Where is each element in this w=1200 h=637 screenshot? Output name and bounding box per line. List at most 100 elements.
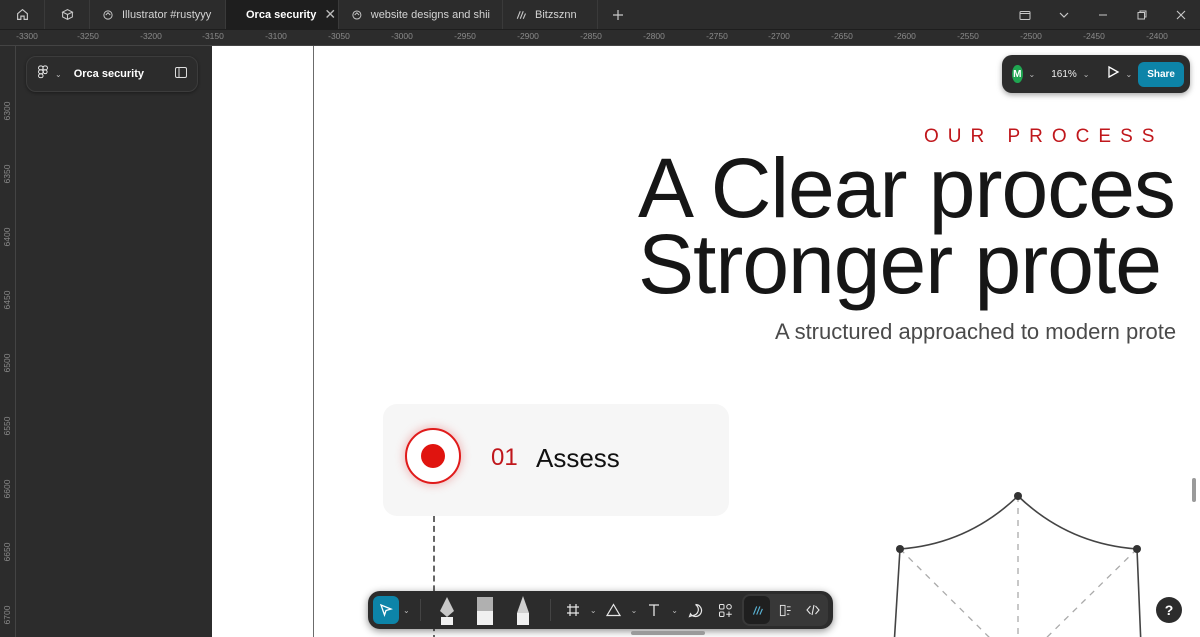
- design-file-icon: [103, 9, 113, 20]
- triangle-icon: [606, 603, 622, 617]
- ruler-left: 6300 6350 6400 6450 6500 6550 6600 6650 …: [0, 46, 16, 637]
- design-mode-button[interactable]: [744, 596, 770, 624]
- ruler-tick: -2400: [1146, 31, 1168, 41]
- close-icon[interactable]: ✕: [324, 6, 336, 23]
- step-number: 01: [491, 444, 518, 471]
- layers-sidebar: ⌄ Orca security: [16, 46, 212, 637]
- tab-label: Illustrator #rustyyy: [122, 8, 212, 21]
- home-icon[interactable]: [0, 0, 45, 29]
- ruler-tick: -2950: [454, 31, 476, 41]
- zoom-level[interactable]: 161%: [1051, 69, 1077, 80]
- brush-icon: [476, 597, 493, 625]
- ruler-tick: -2900: [517, 31, 539, 41]
- layout-icon: [779, 604, 791, 616]
- file-menu: ⌄ Orca security: [26, 56, 198, 92]
- shield-illustration-icon[interactable]: [888, 486, 1158, 637]
- pen-file-icon: [752, 605, 763, 615]
- tab-bitzsznn[interactable]: Bitzsznn: [503, 0, 598, 29]
- step-label: Assess: [536, 443, 620, 473]
- chevron-down-icon[interactable]: [1044, 0, 1083, 30]
- pen-tool[interactable]: [430, 596, 464, 625]
- text-tool[interactable]: [641, 596, 667, 624]
- pen-nib-icon: [439, 597, 454, 625]
- ruler-tick: -3150: [202, 31, 224, 41]
- text-icon: [649, 604, 660, 616]
- frame-tool[interactable]: [560, 596, 586, 624]
- ruler-tick: 6600: [2, 479, 12, 499]
- design-canvas[interactable]: OUR PROCESS A Clear proces Stronger prot…: [212, 46, 1200, 637]
- ruler-tick: -2850: [580, 31, 602, 41]
- chevron-down-icon[interactable]: ⌄: [631, 606, 638, 615]
- ruler-tick: -3050: [328, 31, 350, 41]
- share-button[interactable]: Share: [1138, 61, 1184, 87]
- chevron-down-icon[interactable]: ⌄: [671, 606, 678, 615]
- horizontal-scrollbar[interactable]: [631, 631, 705, 635]
- tab-illustrator[interactable]: Illustrator #rustyyy: [90, 0, 226, 29]
- figma-logo-icon[interactable]: [37, 64, 49, 84]
- ruler-tick: 6400: [2, 227, 12, 247]
- comment-tool[interactable]: [682, 596, 708, 624]
- section-subheading[interactable]: A structured approached to modern prote: [775, 319, 1176, 345]
- new-tab-icon[interactable]: [598, 0, 638, 29]
- ruler-tick: -2750: [706, 31, 728, 41]
- dev-mode-button[interactable]: [800, 596, 826, 624]
- window-controls: [1005, 0, 1200, 29]
- collab-toolbar: M ⌄ 161% ⌄ ⌄ Share: [1002, 55, 1190, 93]
- ruler-tick: -2550: [957, 31, 979, 41]
- ruler-tick: 6300: [2, 101, 12, 121]
- section-headline[interactable]: A Clear proces Stronger prote: [638, 141, 1176, 311]
- ruler-tick: -3000: [391, 31, 413, 41]
- ruler-tick: -3200: [140, 31, 162, 41]
- actions-tool[interactable]: [712, 596, 738, 624]
- brush-tool[interactable]: [468, 596, 502, 625]
- window-close-icon[interactable]: [1161, 0, 1200, 30]
- ruler-tick: 6550: [2, 416, 12, 436]
- cursor-icon: [379, 603, 393, 617]
- tab-bar: Illustrator #rustyyy Orca security ✕ web…: [0, 0, 1200, 30]
- ruler-tick: 6650: [2, 542, 12, 562]
- ruler-top: -3300 -3250 -3200 -3150 -3100 -3050 -300…: [0, 30, 1200, 46]
- sidebar-toggle-icon[interactable]: [175, 65, 187, 83]
- chevron-down-icon[interactable]: ⌄: [590, 606, 597, 615]
- ruler-tick: -2700: [768, 31, 790, 41]
- vertical-scrollbar[interactable]: [1192, 478, 1196, 502]
- file-name[interactable]: Orca security: [74, 68, 169, 80]
- ruler-tick: -2450: [1083, 31, 1105, 41]
- comment-icon: [688, 603, 702, 617]
- pencil-tool[interactable]: [506, 596, 540, 625]
- process-step-card[interactable]: 01 Assess: [383, 404, 729, 516]
- minimize-icon[interactable]: [1083, 0, 1122, 30]
- mode-switcher: [742, 594, 828, 626]
- ruler-tick: -3250: [77, 31, 99, 41]
- headline-line-2: Stronger prote: [638, 217, 1162, 311]
- tab-label: website designs and shii: [370, 8, 490, 21]
- step-indicator-icon: [405, 428, 461, 484]
- tab-website-designs[interactable]: website designs and shii: [339, 0, 503, 29]
- shape-tool[interactable]: [601, 596, 627, 624]
- ruler-tick: 6350: [2, 164, 12, 184]
- chevron-down-icon[interactable]: ⌄: [1029, 70, 1036, 79]
- chevron-down-icon[interactable]: ⌄: [1083, 70, 1090, 79]
- restore-icon[interactable]: [1122, 0, 1161, 30]
- tab-label: Orca security: [246, 8, 317, 21]
- present-icon[interactable]: [1106, 65, 1120, 84]
- ruler-tick: -3100: [265, 31, 287, 41]
- folder-icon[interactable]: [1005, 0, 1044, 30]
- headline-line-1: A Clear proces: [638, 141, 1176, 235]
- frame-edge: [313, 46, 314, 637]
- pencil-icon: [516, 596, 529, 625]
- draw-mode-button[interactable]: [772, 596, 798, 624]
- chevron-down-icon[interactable]: ⌄: [55, 70, 62, 79]
- pen-file-icon: [516, 10, 526, 19]
- chevron-down-icon[interactable]: ⌄: [403, 606, 410, 615]
- avatar[interactable]: M: [1012, 65, 1023, 83]
- components-icon: [718, 603, 732, 617]
- tab-orca-security[interactable]: Orca security ✕: [226, 0, 339, 29]
- community-icon[interactable]: [45, 0, 90, 29]
- ruler-tick: -2600: [894, 31, 916, 41]
- ruler-tick: -2800: [643, 31, 665, 41]
- ruler-tick: -2650: [831, 31, 853, 41]
- help-button[interactable]: ?: [1156, 597, 1182, 623]
- move-tool[interactable]: [373, 596, 399, 624]
- chevron-down-icon[interactable]: ⌄: [1126, 70, 1133, 79]
